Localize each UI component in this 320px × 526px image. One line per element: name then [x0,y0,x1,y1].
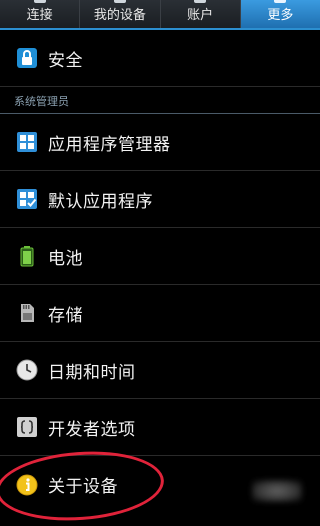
settings-item-security[interactable]: 安全 [0,30,320,87]
account-icon [194,0,207,3]
settings-item-storage[interactable]: 存储 [0,285,320,342]
settings-item-label: 电池 [48,248,83,269]
settings-item-label: 日期和时间 [48,362,136,383]
blurred-watermark [252,480,302,502]
tab-account[interactable]: 账户 [161,0,241,28]
tab-label: 我的设备 [93,8,146,23]
clock-icon [16,359,38,381]
tab-connections[interactable]: 连接 [0,0,81,28]
grid-icon [16,131,38,153]
tab-more[interactable]: 更多 [240,0,320,28]
settings-item-label: 安全 [48,50,83,71]
settings-item-default-apps[interactable]: 默认应用程序 [0,171,320,228]
settings-item-label: 开发者选项 [48,419,136,440]
battery-icon [16,245,38,267]
settings-item-datetime[interactable]: 日期和时间 [0,342,320,399]
sd-card-icon [16,302,38,324]
settings-item-label: 默认应用程序 [48,191,153,212]
tab-label: 更多 [267,8,294,23]
lock-icon [16,47,38,69]
settings-item-label: 应用程序管理器 [48,134,171,155]
tab-bar: 连接 我的设备 账户 更多 [0,0,320,30]
device-icon [113,0,126,3]
settings-item-battery[interactable]: 电池 [0,228,320,285]
grid-check-icon [16,188,38,210]
wifi-icon [33,0,46,3]
more-icon [274,0,287,3]
settings-item-developer[interactable]: 开发者选项 [0,399,320,456]
braces-icon [16,416,38,438]
section-header: 系统管理员 [0,87,320,114]
settings-list: 安全 系统管理员 应用程序管理器 默认应用程序 电池 存储 日期和时间 开发者选… [0,30,320,513]
settings-item-app-manager[interactable]: 应用程序管理器 [0,114,320,171]
settings-item-label: 存储 [48,305,83,326]
tab-label: 连接 [26,8,53,23]
tab-my-device[interactable]: 我的设备 [80,0,161,28]
tab-label: 账户 [187,8,214,23]
